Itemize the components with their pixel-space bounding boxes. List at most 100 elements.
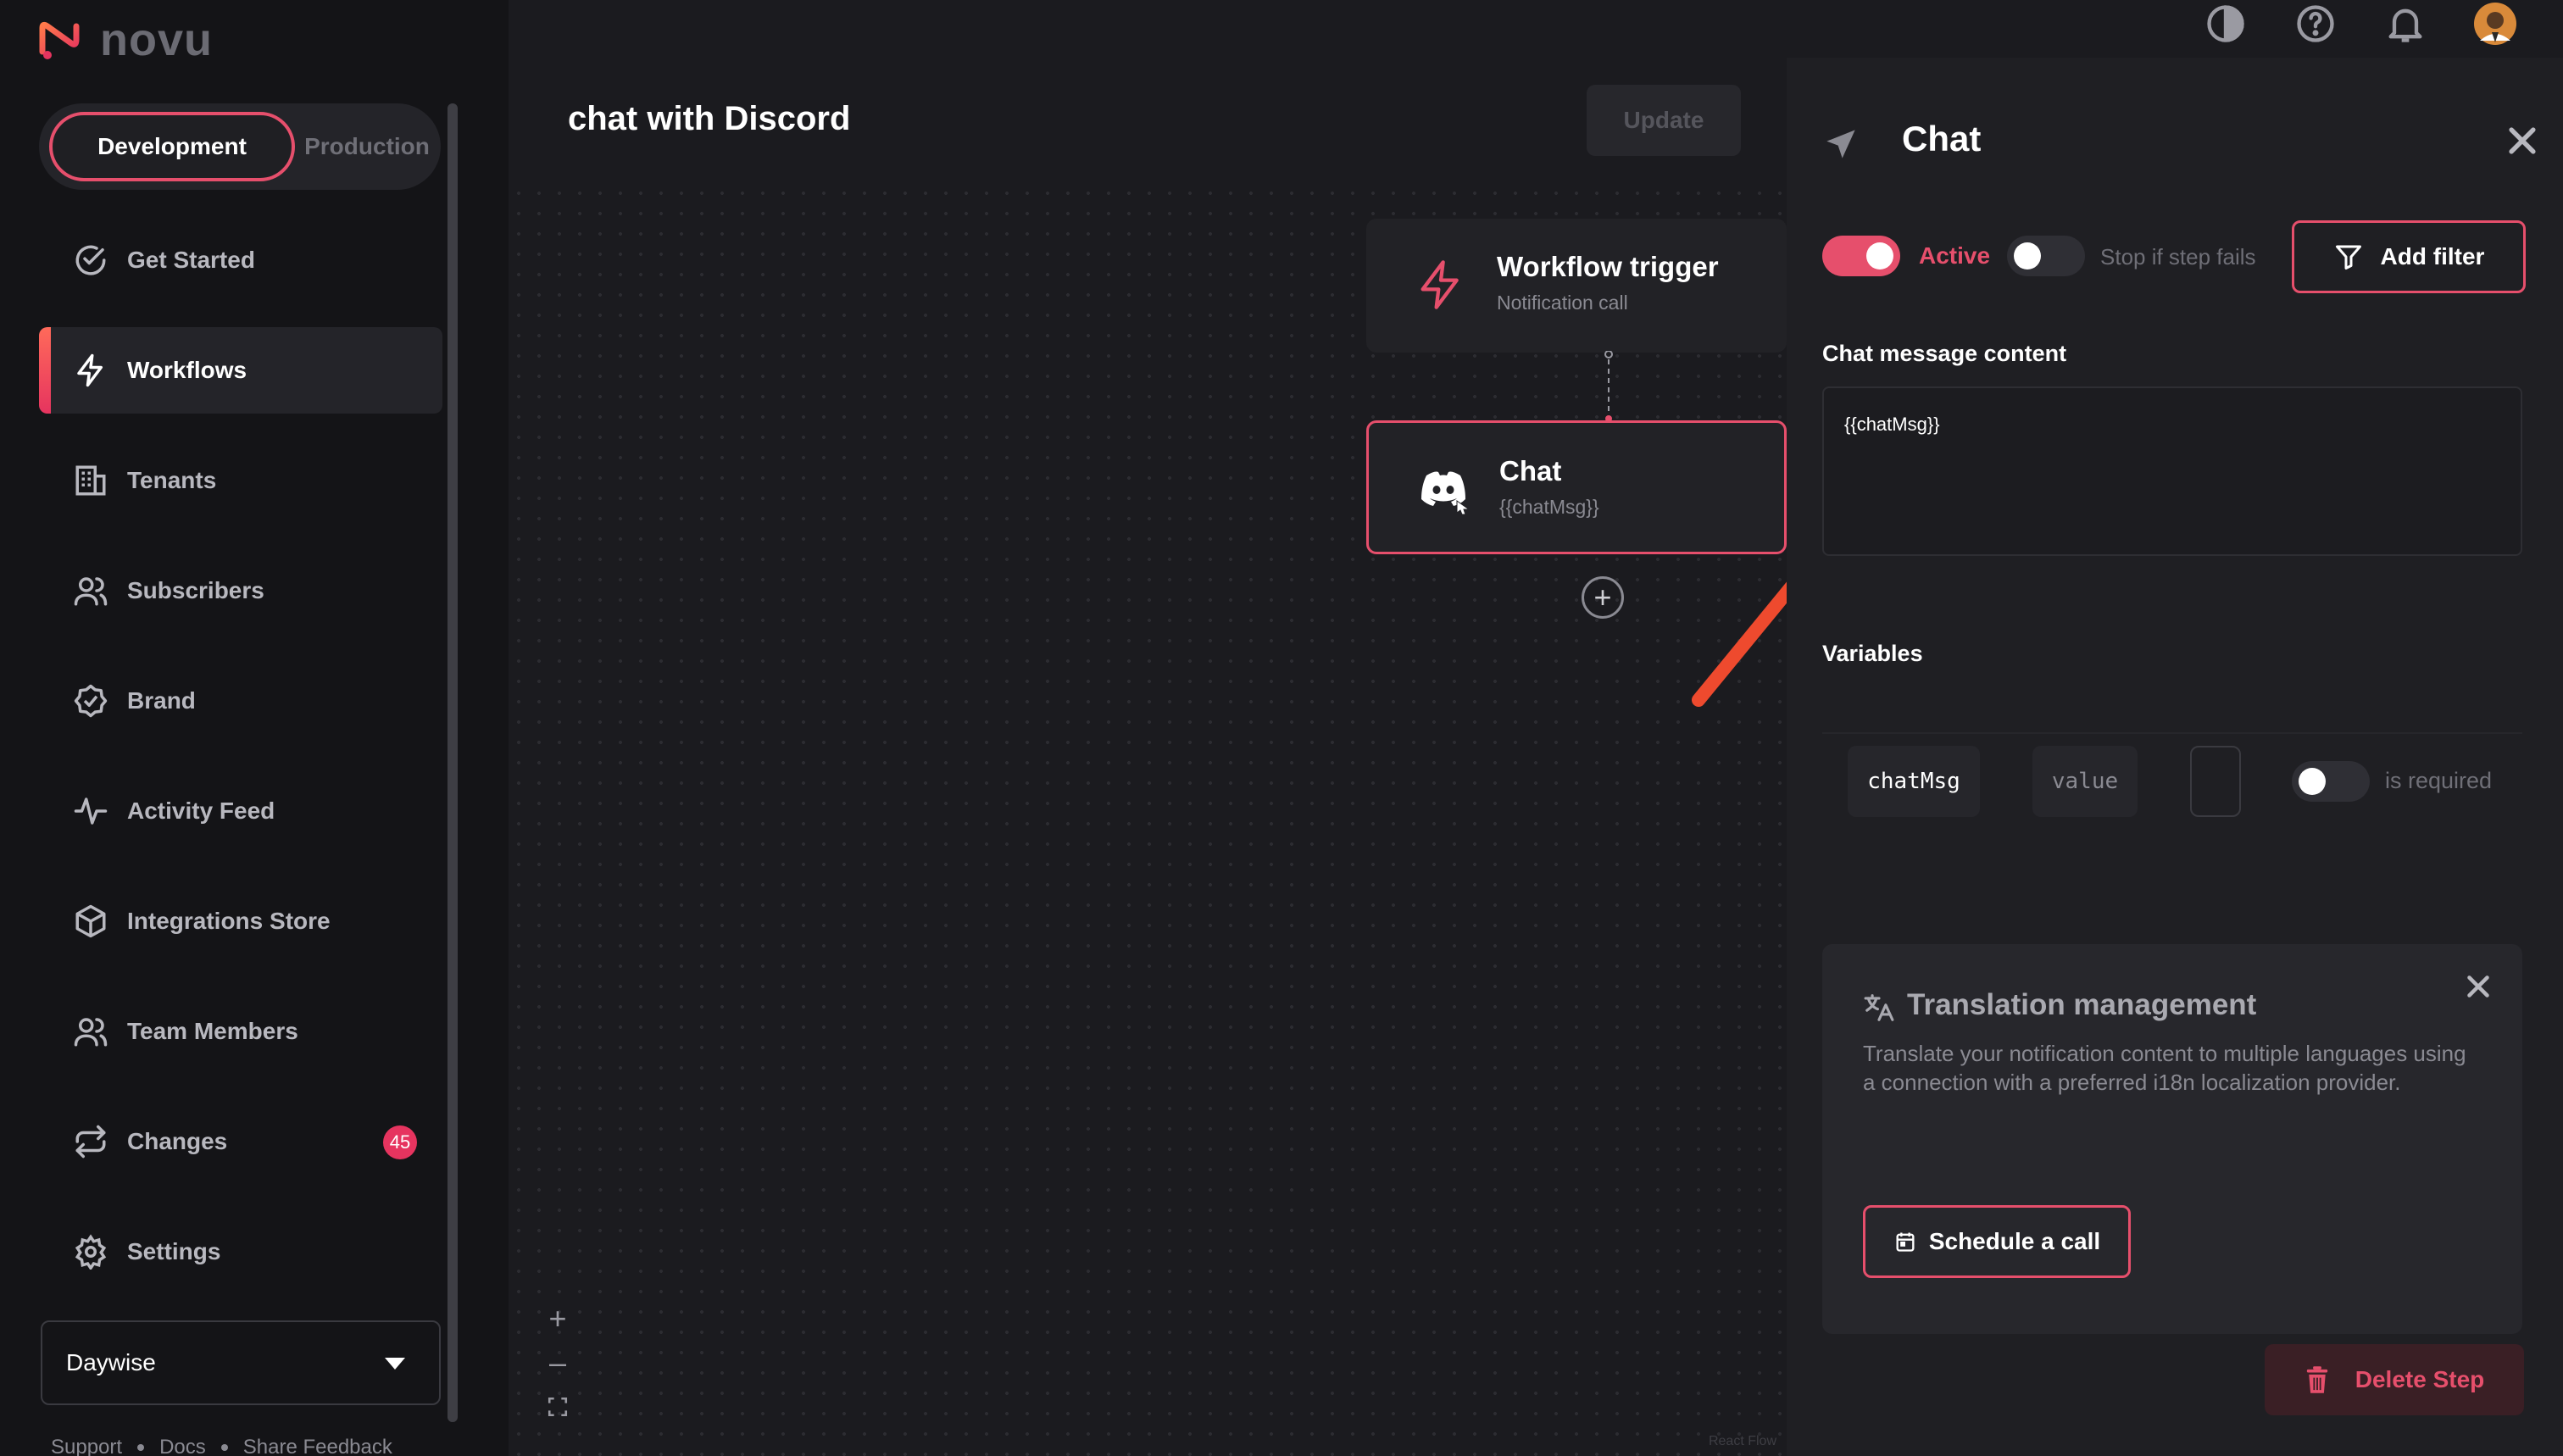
bolt-icon [77, 353, 103, 387]
help-icon[interactable] [2293, 2, 2338, 46]
activity-icon [74, 797, 108, 825]
filter-icon [2335, 245, 2361, 270]
react-flow-attribution[interactable]: React Flow [1709, 1434, 1776, 1449]
sidebar-item-label: Brand [127, 687, 196, 714]
sidebar-item-label: Subscribers [127, 577, 264, 603]
avatar[interactable] [2473, 2, 2517, 46]
check-circle-icon [75, 245, 106, 275]
send-icon [1826, 130, 1855, 158]
sidebar-item-tenants[interactable]: Tenants [39, 437, 442, 524]
theme-toggle-icon[interactable] [2204, 2, 2248, 46]
sidebar: novu Development Production Get Started … [0, 0, 509, 1456]
support-link[interactable]: Support [51, 1436, 122, 1456]
sidebar-item-changes[interactable]: Changes 45 [39, 1098, 442, 1185]
delete-step-label: Delete Step [2355, 1366, 2485, 1392]
sidebar-item-subscribers[interactable]: Subscribers [39, 547, 442, 634]
active-label: Active [1919, 242, 1991, 269]
calendar-icon [1896, 1232, 1915, 1252]
schedule-call-button[interactable]: Schedule a call [1863, 1205, 2131, 1278]
add-step-button[interactable]: + [1582, 576, 1624, 619]
fit-view-icon [548, 1397, 568, 1417]
add-filter-button[interactable]: Add filter [2292, 220, 2526, 293]
translation-description: Translate your notification content to m… [1863, 1041, 2466, 1095]
zoom-out-button[interactable]: – [541, 1341, 575, 1385]
discord-icon [1421, 471, 1471, 515]
separator-dot [220, 1444, 228, 1451]
node-title: Workflow trigger [1497, 251, 1719, 282]
sidebar-item-label: Changes [127, 1128, 228, 1154]
sidebar-item-label: Team Members [127, 1018, 298, 1044]
toggle-knob [2299, 768, 2326, 795]
team-icon [74, 1018, 108, 1047]
caret-down-icon [385, 1358, 405, 1370]
sidebar-item-team-members[interactable]: Team Members [39, 988, 442, 1075]
organization-select[interactable]: Daywise [41, 1320, 441, 1405]
stop-if-fails-toggle[interactable] [2007, 236, 2085, 276]
docs-link[interactable]: Docs [159, 1436, 206, 1456]
sidebar-footer: Support Docs Share Feedback [51, 1436, 392, 1456]
workflow-trigger-node[interactable]: Workflow trigger Notification call [1366, 219, 1787, 353]
share-feedback-link[interactable]: Share Feedback [243, 1436, 392, 1456]
close-icon[interactable] [2463, 971, 2494, 1002]
stop-if-fails-label: Stop if step fails [2100, 244, 2256, 270]
variables-label: Variables [1822, 641, 1923, 666]
is-required-toggle[interactable] [2292, 761, 2370, 802]
editor-content: {{chatMsg}} [1844, 414, 1940, 435]
variable-name: chatMsg [1848, 746, 1980, 817]
sidebar-item-label: Get Started [127, 247, 255, 273]
sidebar-item-get-started[interactable]: Get Started [39, 217, 442, 303]
workflow-name[interactable]: chat with Discord [568, 100, 850, 138]
toggle-knob [1866, 242, 1893, 270]
box-icon [75, 904, 106, 938]
logo-text: novu [100, 14, 213, 65]
logo[interactable]: novu [37, 14, 213, 66]
sidebar-nav: Get Started Workflows Tenants Subscriber… [39, 217, 442, 1319]
variable-value-input[interactable]: value [2032, 746, 2138, 817]
variable-type-box[interactable] [2190, 746, 2241, 817]
env-production-button[interactable]: Production [303, 112, 431, 181]
trash-icon [2306, 1366, 2327, 1393]
node-connector [1604, 351, 1613, 422]
update-button[interactable]: Update [1587, 85, 1741, 156]
sidebar-item-integrations-store[interactable]: Integrations Store [39, 878, 442, 964]
node-title: Chat [1499, 455, 1562, 486]
node-subtitle: {{chatMsg}} [1499, 496, 1599, 518]
zoom-in-button[interactable]: + [541, 1297, 575, 1341]
organization-name: Daywise [66, 1349, 156, 1375]
badge-check-icon [74, 684, 108, 718]
node-subtitle: Notification call [1497, 292, 1628, 314]
delete-step-button[interactable]: Delete Step [2265, 1344, 2524, 1415]
sidebar-item-workflows[interactable]: Workflows [39, 327, 442, 414]
separator-dot [137, 1444, 145, 1451]
sidebar-item-label: Workflows [127, 357, 247, 383]
building-icon [75, 465, 106, 496]
bell-icon[interactable] [2383, 2, 2427, 46]
active-toggle[interactable] [1822, 236, 1900, 276]
translate-icon [1864, 994, 1894, 1021]
add-filter-label: Add filter [2380, 243, 2485, 270]
sidebar-scrollbar[interactable] [448, 103, 458, 1422]
fit-view-button[interactable] [541, 1385, 575, 1429]
panel-title: Chat [1902, 119, 1982, 158]
chat-message-editor[interactable]: {{chatMsg}} [1822, 386, 2522, 556]
novu-logo-icon [39, 21, 80, 59]
translation-title: Translation management [1907, 988, 2257, 1021]
translation-card: Translation management Translate your no… [1822, 944, 2522, 1334]
sidebar-item-label: Tenants [127, 467, 217, 493]
bolt-icon [1420, 260, 1459, 309]
env-development-button[interactable]: Development [49, 112, 295, 181]
changes-count-badge: 45 [383, 1125, 417, 1159]
sync-icon [75, 1125, 106, 1159]
sidebar-item-label: Activity Feed [127, 797, 275, 824]
close-icon[interactable] [2504, 122, 2541, 159]
sidebar-item-settings[interactable]: Settings [39, 1209, 442, 1295]
environment-switch: Development Production [39, 103, 441, 190]
gear-icon [75, 1234, 107, 1270]
step-editor-panel: Chat Active Stop if step fails Add filte… [1787, 58, 2563, 1456]
sidebar-item-brand[interactable]: Brand [39, 658, 442, 744]
sidebar-scroll-thumb[interactable] [448, 103, 458, 1422]
zoom-controls: + – [541, 1297, 575, 1429]
workflow-canvas[interactable]: chat with Discord Update Workflow trigge… [509, 0, 1787, 1456]
sidebar-item-activity-feed[interactable]: Activity Feed [39, 768, 442, 854]
variables-divider [1822, 732, 2522, 734]
